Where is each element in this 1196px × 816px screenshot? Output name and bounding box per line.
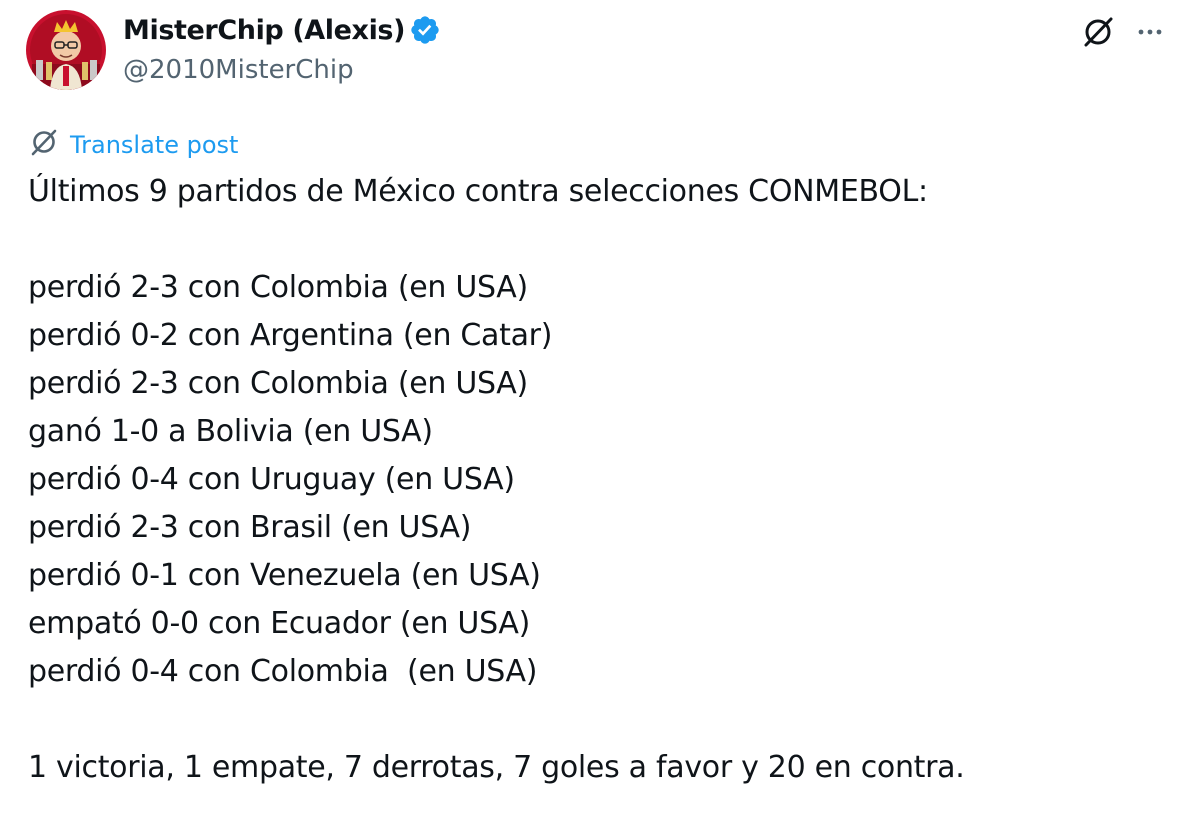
author-display-name[interactable]: MisterChip (Alexis) [123,14,441,46]
post-text: Últimos 9 partidos de México contra sele… [28,168,1148,792]
author-name[interactable]: MisterChip (Alexis) [123,15,405,46]
match-line: perdió 0-4 con Uruguay (en USA) [28,462,515,497]
post-summary: 1 victoria, 1 empate, 7 derrotas, 7 gole… [28,750,965,785]
match-line: perdió 2-3 con Colombia (en USA) [28,366,528,401]
match-line: perdió 0-1 con Venezuela (en USA) [28,558,541,593]
match-line: ganó 1-0 a Bolivia (en USA) [28,414,433,449]
cartoon-avatar-icon [26,10,106,90]
verified-badge-icon [409,14,441,46]
translate-icon [28,126,60,164]
match-line: empató 0-0 con Ecuador (en USA) [28,606,531,641]
match-line: perdió 2-3 con Brasil (en USA) [28,510,472,545]
post-intro: Últimos 9 partidos de México contra sele… [28,174,928,209]
author-handle[interactable]: @2010MisterChip [123,55,354,85]
post-actions [1080,14,1166,50]
match-line: perdió 0-4 con Colombia (en USA) [28,654,538,689]
more-icon[interactable] [1134,16,1166,48]
grok-icon[interactable] [1080,14,1116,50]
translate-post-link[interactable]: Translate post [28,126,238,164]
match-line: perdió 2-3 con Colombia (en USA) [28,270,528,305]
translate-label[interactable]: Translate post [70,131,238,159]
avatar[interactable] [26,10,106,90]
match-line: perdió 0-2 con Argentina (en Catar) [28,318,553,353]
